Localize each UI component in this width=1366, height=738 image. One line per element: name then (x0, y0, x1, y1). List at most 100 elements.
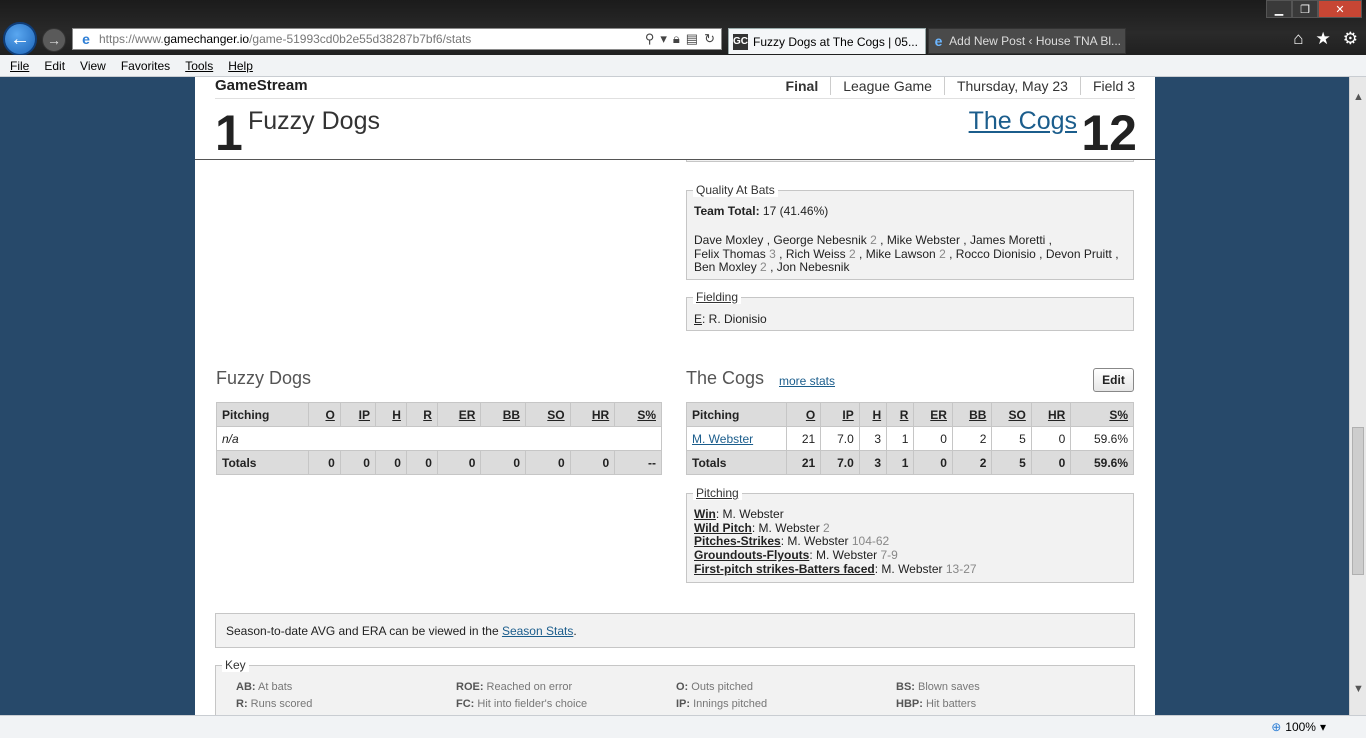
refresh-icon[interactable]: ↻ (704, 31, 715, 47)
zoom-control[interactable]: ⊕ 100% ▾ (1271, 720, 1326, 734)
game-meta: Final League Game Thursday, May 23 Field… (774, 77, 1135, 95)
chevron-down-icon[interactable]: ▾ (660, 31, 667, 47)
more-stats-link[interactable]: more stats (779, 374, 835, 388)
address-bar[interactable]: e https://www.gamechanger.io/game-51993c… (72, 28, 722, 50)
game-header: GameStream Final League Game Thursday, M… (195, 77, 1155, 161)
column-header[interactable]: SO (991, 402, 1032, 427)
gear-icon[interactable]: ⚙ (1343, 29, 1358, 49)
pitching-lines: Win: M. Webster Wild Pitch: M. Webster 2P… (694, 507, 977, 577)
game-date: Thursday, May 23 (943, 77, 1080, 95)
close-tab-icon[interactable]: ✕ (918, 34, 925, 50)
column-header: Pitching (216, 402, 309, 427)
column-header[interactable]: HR (569, 402, 616, 427)
ie-page-icon: e (82, 31, 90, 47)
table-cell: 0 (339, 450, 376, 475)
status-bar: ⊕ 100% ▾ (0, 715, 1366, 738)
tab-gamechanger[interactable]: GC Fuzzy Dogs at The Cogs | 05... ✕ (728, 28, 926, 54)
column-header[interactable]: ER (913, 402, 953, 427)
pitching-line-label[interactable]: Groundouts-Flyouts (694, 548, 809, 562)
chevron-down-icon: ▾ (1319, 720, 1326, 734)
pitching-line-label[interactable]: Win (694, 507, 716, 521)
table-cell: 2 (951, 426, 993, 451)
menu-help[interactable]: Help (228, 59, 253, 73)
pitching-legend: Pitching (693, 486, 742, 500)
menu-edit[interactable]: Edit (44, 59, 65, 73)
column-header[interactable]: S% (1070, 402, 1134, 427)
table-cell: 0 (307, 450, 341, 475)
column-header[interactable]: H (374, 402, 407, 427)
star-icon[interactable]: ★ (1316, 29, 1331, 49)
ie-favicon-icon: e (934, 33, 943, 49)
column-header: Pitching (685, 402, 788, 427)
minimize-icon[interactable]: ▁ (1266, 0, 1292, 18)
key-item: R: Runs scored (236, 698, 313, 710)
column-header[interactable]: BB (480, 402, 527, 427)
menu-favorites[interactable]: Favorites (121, 59, 170, 73)
table-cell: 0 (374, 450, 407, 475)
vertical-scrollbar[interactable]: ▲ ▼ (1349, 77, 1366, 715)
header-divider (215, 98, 1135, 99)
column-header[interactable]: S% (614, 402, 662, 427)
menu-bar: File Edit View Favorites Tools Help (0, 55, 1366, 77)
column-header[interactable]: O (786, 402, 822, 427)
tab-label: Fuzzy Dogs at The Cogs | 05... (753, 34, 918, 49)
page-content: GameStream Final League Game Thursday, M… (195, 77, 1155, 715)
table-cell: 0 (913, 450, 953, 475)
table-cell: 3 (858, 426, 888, 451)
close-window-icon[interactable]: ✕ (1318, 0, 1362, 18)
column-header[interactable]: O (307, 402, 341, 427)
game-status: Final (785, 78, 819, 94)
column-header[interactable]: BB (951, 402, 993, 427)
key-item: IP: Innings pitched (676, 698, 768, 710)
back-button[interactable]: ← (3, 22, 37, 56)
away-team-link[interactable]: The Cogs (969, 107, 1077, 136)
lock-icon[interactable]: 🔒︎ (673, 31, 680, 47)
pitching-line-label[interactable]: First-pitch strikes-Batters faced (694, 562, 875, 576)
menu-tools[interactable]: Tools (185, 59, 213, 73)
pitching-line-label[interactable]: Pitches-Strikes (694, 534, 781, 549)
menu-view[interactable]: View (80, 59, 106, 73)
column-header[interactable]: SO (525, 402, 571, 427)
column-header[interactable]: R (405, 402, 438, 427)
table-cell: 0 (569, 450, 616, 475)
edit-button[interactable]: Edit (1093, 368, 1134, 392)
table-cell: 2 (951, 450, 993, 475)
qab-count: 2 (870, 233, 877, 247)
menu-file[interactable]: File (10, 59, 29, 73)
column-header[interactable]: R (886, 402, 915, 427)
address-actions: ⚲ ▾ 🔒︎ ▤ ↻ (645, 31, 715, 47)
scroll-down-icon[interactable]: ▼ (1353, 683, 1364, 695)
compat-view-icon[interactable]: ▤ (686, 31, 698, 47)
search-icon[interactable]: ⚲ (645, 31, 655, 47)
pitching-line-label[interactable]: Wild Pitch (694, 521, 752, 535)
right-pitching-table: Pitching O IP H R ER BB SO HR S% M. Webster 21 7.0 3… (685, 402, 1134, 475)
right-team-heading: The Cogs (686, 368, 765, 388)
table-cell: 7.0 (820, 426, 860, 451)
column-header[interactable]: H (858, 402, 888, 427)
column-header[interactable]: ER (436, 402, 482, 427)
qab-player: Mike Webster (886, 233, 960, 247)
home-icon[interactable]: ⌂ (1293, 29, 1303, 49)
table-row: M. Webster 21 7.0 3 1 0 2 5 0 59.6% (685, 426, 1134, 451)
column-header[interactable]: HR (1030, 402, 1072, 427)
table-cell: 0 (913, 426, 953, 451)
scroll-thumb[interactable] (1352, 427, 1364, 575)
qab-count: 3 (769, 246, 776, 261)
scroll-up-icon[interactable]: ▲ (1353, 91, 1364, 103)
arrow-left-icon: ← (10, 27, 30, 50)
season-stats-link[interactable]: Season Stats (502, 624, 573, 638)
season-stats-note: Season-to-date AVG and ERA can be viewed… (215, 613, 1135, 648)
maximize-icon[interactable]: ❐ (1292, 0, 1318, 18)
column-header[interactable]: IP (820, 402, 860, 427)
table-cell: 3 (858, 450, 888, 475)
table-header-row: Pitching O IP H R ER BB SO HR S% (685, 402, 1134, 427)
forward-button[interactable]: → (42, 28, 66, 52)
player-link[interactable]: M. Webster (692, 432, 753, 446)
table-cell: 0 (1030, 450, 1072, 475)
table-cell: 0 (525, 450, 571, 475)
tab-add-new-post[interactable]: e Add New Post ‹ House TNA Bl... (928, 28, 1126, 54)
qab-count: 2 (760, 260, 767, 274)
qab-player: Rocco Dionisio (955, 246, 1036, 261)
qab-player: Ben Moxley (694, 260, 757, 274)
column-header[interactable]: IP (339, 402, 376, 427)
